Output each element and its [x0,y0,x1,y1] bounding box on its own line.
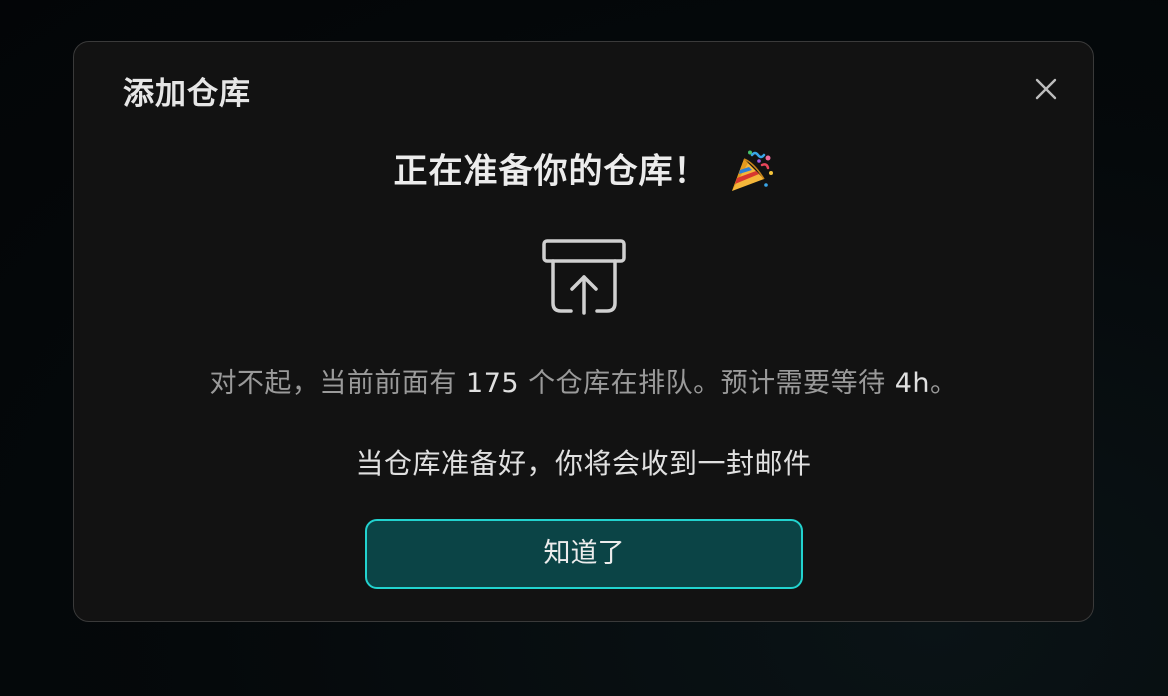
party-popper-icon [731,150,773,191]
close-icon [1035,78,1057,100]
queue-msg-middle: 个仓库在排队。预计需要等待 [519,368,895,399]
queue-count: 175 [466,368,520,399]
email-notice: 当仓库准备好，你将会收到一封邮件 [355,447,812,480]
archive-upload-icon [542,239,626,315]
headline-text: 正在准备你的仓库！ [393,151,709,192]
queue-msg-suffix: 。 [930,368,958,399]
dialog-title: 添加仓库 [123,76,251,112]
wait-time: 4h [894,368,931,399]
queue-msg-prefix: 对不起，当前前面有 [209,368,467,399]
headline: 正在准备你的仓库！ [74,146,1093,196]
add-repository-dialog: 添加仓库 正在准备你的仓库！ 对不起，当前前面有 175 个仓库在排队。预计需要… [73,41,1094,622]
queue-status-message: 对不起，当前前面有 175 个仓库在排队。预计需要等待 4h。 [74,364,1093,404]
got-it-button[interactable]: 知道了 [365,519,803,589]
close-button[interactable] [1029,72,1063,106]
